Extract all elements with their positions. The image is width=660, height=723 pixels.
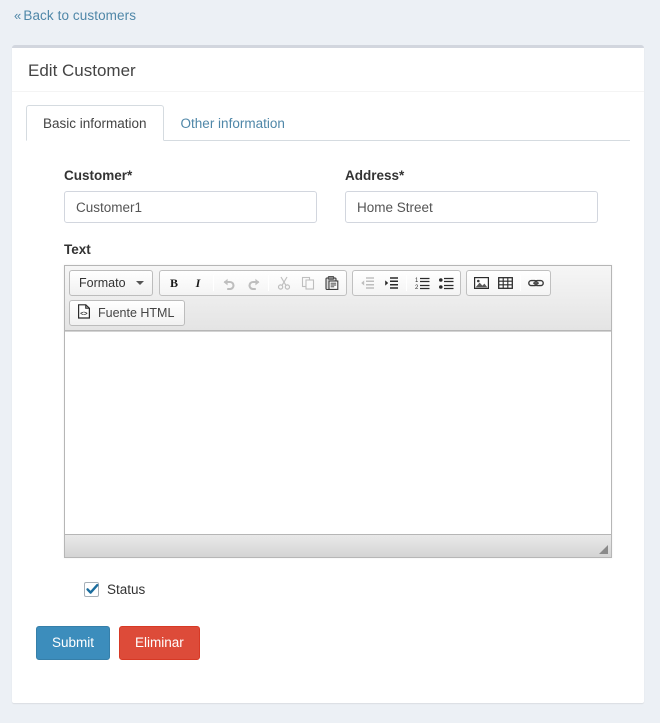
redo-icon[interactable] (242, 272, 264, 294)
format-combo[interactable]: Formato (69, 270, 153, 296)
back-link-row: «Back to customers (0, 0, 660, 30)
toolbar-group-basic-styles: B I (159, 270, 347, 296)
bulleted-list-icon[interactable] (435, 272, 457, 294)
edit-customer-card: Edit Customer Basic information Other in… (12, 45, 644, 703)
back-link-label: Back to customers (23, 8, 137, 23)
address-field-group: Address* (345, 168, 598, 223)
table-icon[interactable] (494, 272, 516, 294)
editor-toolbar: Formato B I 1 2 <> Fuente HTML (65, 266, 611, 331)
editor-toolbar-row-2: <> Fuente HTML (69, 300, 608, 326)
status-checkbox[interactable] (84, 582, 99, 597)
svg-text:2: 2 (415, 285, 419, 290)
form-row-1: Customer* Address* (12, 168, 644, 223)
toolbar-separator (520, 275, 521, 291)
copy-icon[interactable] (297, 272, 319, 294)
check-icon (86, 584, 99, 594)
toolbar-group-insert (466, 270, 551, 296)
double-chevron-left-icon: « (14, 8, 22, 23)
text-field-group: Text Formato B I 1 2 <> Fuente HTML (12, 223, 644, 558)
rich-text-editor: Formato B I 1 2 <> Fuente HTML (64, 265, 612, 558)
link-icon[interactable] (525, 272, 547, 294)
toolbar-separator (213, 275, 214, 291)
outdent-icon[interactable] (356, 272, 378, 294)
cut-icon[interactable] (273, 272, 295, 294)
svg-text:1: 1 (415, 278, 419, 284)
html-source-icon: <> (77, 304, 92, 322)
editor-content-area[interactable] (65, 331, 611, 534)
editor-toolbar-row-1: Formato B I 1 2 (69, 270, 608, 296)
back-to-customers-link[interactable]: «Back to customers (14, 8, 136, 23)
numbered-list-icon[interactable]: 12 (411, 272, 433, 294)
svg-text:B: B (170, 276, 178, 290)
page-title: Edit Customer (28, 61, 136, 80)
toolbar-separator (268, 275, 269, 291)
editor-status-bar (65, 534, 611, 557)
resize-handle-icon[interactable] (599, 545, 608, 554)
svg-text:<>: <> (80, 310, 88, 317)
card-header: Edit Customer (12, 48, 644, 92)
tab-list: Basic information Other information (26, 105, 630, 141)
customer-input[interactable] (64, 191, 317, 223)
indent-icon[interactable] (380, 272, 402, 294)
format-combo-label: Formato (79, 276, 126, 290)
customer-field-group: Customer* (64, 168, 317, 223)
html-source-button[interactable]: <> Fuente HTML (69, 300, 186, 326)
tab-other-information[interactable]: Other information (164, 105, 302, 141)
form-actions: Submit Eliminar (12, 597, 644, 660)
image-icon[interactable] (470, 272, 492, 294)
html-source-label: Fuente HTML (98, 306, 175, 320)
basic-information-form: Customer* Address* Text Formato (12, 141, 644, 660)
status-field-group: Status (12, 558, 644, 597)
tab-basic-information[interactable]: Basic information (26, 105, 164, 141)
toolbar-group-paragraph: 12 (352, 270, 461, 296)
italic-icon[interactable]: I (187, 272, 209, 294)
toolbar-separator (406, 275, 407, 291)
address-input[interactable] (345, 191, 598, 223)
address-label: Address* (345, 168, 405, 183)
submit-button[interactable]: Submit (36, 626, 111, 660)
bold-icon[interactable]: B (163, 272, 185, 294)
svg-text:I: I (195, 276, 202, 290)
text-label: Text (64, 242, 91, 257)
customer-label: Customer* (64, 168, 133, 183)
status-label: Status (107, 582, 146, 597)
chevron-down-icon (136, 281, 144, 285)
tabs-wrapper: Basic information Other information (12, 92, 644, 141)
delete-button[interactable]: Eliminar (119, 626, 200, 660)
paste-icon[interactable] (321, 272, 343, 294)
undo-icon[interactable] (218, 272, 240, 294)
